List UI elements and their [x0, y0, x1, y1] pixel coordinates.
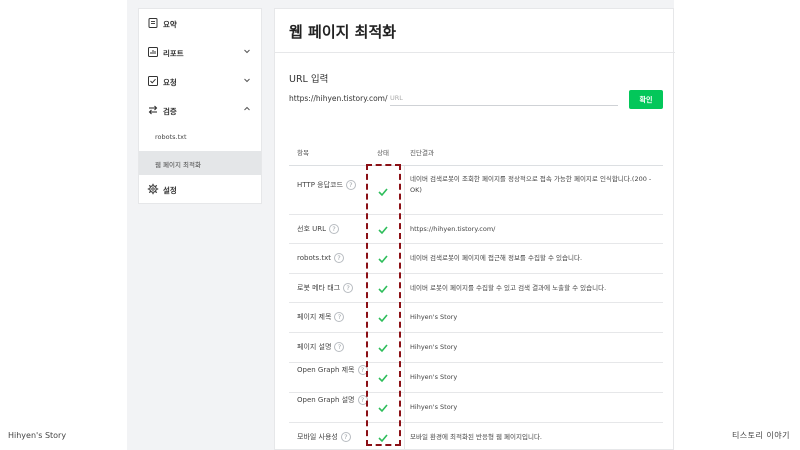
sidebar-subitem-label: robots.txt [155, 133, 187, 141]
row-item-name: 모바일 사용성? [297, 432, 375, 443]
row-result: Hihyen's Story [410, 313, 458, 321]
url-input-label: URL 입력 [289, 74, 329, 85]
row-item-label: 모바일 사용성 [297, 433, 338, 441]
help-icon[interactable]: ? [340, 432, 351, 442]
page-title: 웹 페이지 최적화 [289, 23, 397, 41]
url-input[interactable] [390, 91, 618, 106]
row-result: 네이버 검색로봇이 조회한 페이지를 정상적으로 접속 가능한 페이지로 인식합… [410, 175, 652, 194]
table-row: 페이지 제목? Hihyen's Story [289, 303, 663, 333]
row-result: Hihyen's Story [410, 343, 458, 351]
column-divider [404, 363, 405, 393]
row-item-name: HTTP 응답코드? [297, 180, 375, 191]
column-header-status: 상태 [377, 149, 389, 157]
column-divider [404, 166, 405, 215]
row-item-label: Open Graph 설명 [297, 396, 355, 404]
confirm-button[interactable]: 확인 [629, 90, 663, 109]
row-result: 네이버 검색로봇이 페이지에 접근해 정보를 수집할 수 있습니다. [410, 254, 583, 262]
request-icon [148, 76, 158, 86]
table-row: HTTP 응답코드? 네이버 검색로봇이 조회한 페이지를 정상적으로 접속 가능… [289, 166, 663, 215]
blog-label: 티스토리 이야기 [731, 431, 790, 440]
row-result: https://hihyen.tistory.com/ [410, 225, 496, 233]
row-item-name: Open Graph 제목? [297, 365, 375, 376]
divider [275, 52, 675, 53]
sidebar-item-summary[interactable]: 요약 [139, 9, 261, 38]
url-prefix: https://hihyen.tistory.com/ [289, 94, 388, 103]
row-item-name: Open Graph 설명? [297, 395, 375, 406]
row-item-name: robots.txt? [297, 253, 375, 264]
column-divider [404, 274, 405, 303]
column-divider [404, 303, 405, 333]
check-icon [378, 188, 388, 197]
sidebar-item-report[interactable]: 리포트 [139, 38, 261, 67]
row-result: 모바일 환경에 최적화된 반응형 웹 페이지입니다. [410, 433, 542, 441]
column-divider [404, 393, 405, 423]
check-icon [378, 285, 388, 294]
help-icon[interactable]: ? [329, 224, 339, 234]
sidebar-subitem-web-page-optimization[interactable]: 웹 페이지 최적화 [139, 151, 261, 175]
help-icon[interactable]: ? [357, 365, 368, 375]
report-icon [148, 47, 158, 57]
check-icon [378, 255, 388, 264]
table-row: Open Graph 제목? Hihyen's Story [289, 363, 663, 393]
check-icon [378, 434, 388, 443]
blog-name: Hihyen's Story [8, 431, 67, 440]
check-icon [378, 314, 388, 323]
row-item-label: 페이지 설명 [297, 343, 332, 351]
chevron-down-icon [244, 78, 250, 83]
sidebar-subitem-robots[interactable]: robots.txt [139, 125, 261, 149]
row-item-label: robots.txt [297, 254, 331, 262]
table-row: 선호 URL? https://hihyen.tistory.com/ [289, 215, 663, 244]
sidebar-item-label: 설정 [163, 186, 177, 195]
table-row: robots.txt? 네이버 검색로봇이 페이지에 접근해 정보를 수집할 수 … [289, 244, 663, 274]
gear-icon [147, 183, 159, 195]
check-icon [378, 344, 388, 353]
column-divider [404, 423, 405, 450]
column-divider [404, 215, 405, 244]
help-icon[interactable]: ? [357, 395, 368, 405]
table-row: 페이지 설명? Hihyen's Story [289, 333, 663, 363]
sidebar-item-label: 요약 [163, 20, 177, 29]
row-item-name: 로봇 메타 태그? [297, 283, 375, 294]
table-row: 모바일 사용성? 모바일 환경에 최적화된 반응형 웹 페이지입니다. [289, 423, 663, 450]
help-icon[interactable]: ? [333, 253, 344, 263]
check-icon [378, 404, 388, 413]
row-item-label: HTTP 응답코드 [297, 181, 343, 189]
row-item-name: 선호 URL? [297, 224, 375, 235]
table-row: 로봇 메타 태그? 네이버 로봇이 페이지를 수집할 수 있고 검색 결과에 노출… [289, 274, 663, 303]
check-icon [378, 374, 388, 383]
row-item-label: 로봇 메타 태그 [297, 284, 341, 292]
row-item-label: 페이지 제목 [297, 313, 332, 321]
sidebar: 요약 리포트 요청 검증 robots.txt 웹 페이지 최적화 설정 [138, 8, 262, 204]
help-icon[interactable]: ? [334, 342, 345, 352]
sidebar-item-settings[interactable]: 설정 [139, 175, 261, 204]
row-item-name: 페이지 제목? [297, 312, 375, 323]
sidebar-subitem-label: 웹 페이지 최적화 [155, 161, 201, 169]
column-divider [404, 244, 405, 274]
row-result: 네이버 로봇이 페이지를 수집할 수 있고 검색 결과에 노출할 수 있습니다. [410, 284, 607, 292]
column-header-result: 진단결과 [410, 149, 434, 157]
column-header-item: 항목 [297, 149, 309, 157]
sidebar-item-label: 요청 [163, 78, 177, 87]
row-result: Hihyen's Story [410, 373, 458, 381]
row-item-label: 선호 URL [297, 225, 326, 233]
help-icon[interactable]: ? [334, 312, 345, 322]
sidebar-item-verify[interactable]: 검증 [139, 96, 261, 125]
help-icon[interactable]: ? [343, 283, 354, 293]
verify-icon [148, 105, 158, 115]
chevron-down-icon [244, 49, 250, 54]
row-result: Hihyen's Story [410, 403, 458, 411]
help-icon[interactable]: ? [345, 180, 356, 190]
column-divider [404, 333, 405, 363]
row-item-label: Open Graph 제목 [297, 366, 355, 374]
summary-icon [148, 18, 158, 28]
sidebar-item-label: 리포트 [163, 49, 184, 58]
screenshot-stage: 요약 리포트 요청 검증 robots.txt 웹 페이지 최적화 설정 웹 페… [0, 0, 800, 450]
row-item-name: 페이지 설명? [297, 342, 375, 353]
main-panel: 웹 페이지 최적화 URL 입력 https://hihyen.tistory.… [274, 8, 675, 450]
sidebar-item-request[interactable]: 요청 [139, 67, 261, 96]
check-icon [378, 226, 388, 235]
chevron-up-icon [244, 106, 250, 111]
table-row: Open Graph 설명? Hihyen's Story [289, 393, 663, 423]
sidebar-item-label: 검증 [163, 107, 177, 116]
